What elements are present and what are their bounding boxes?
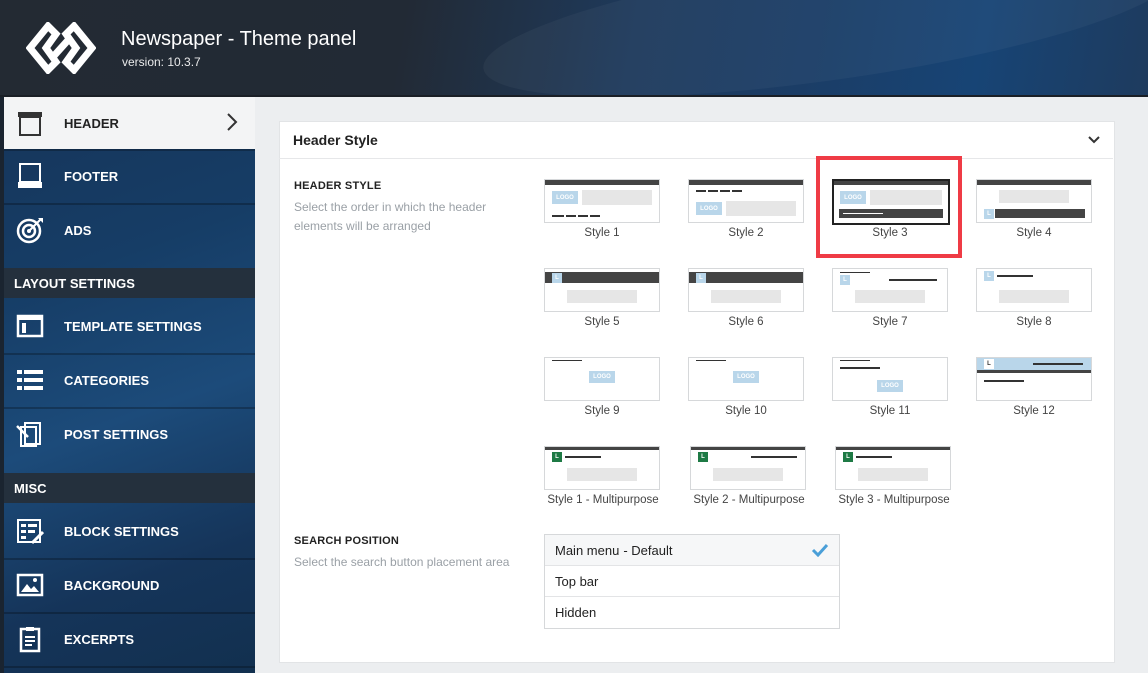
style-thumbnail: L [544, 446, 660, 490]
sidebar-item-label: POST SETTINGS [64, 426, 169, 442]
app-version: version: 10.3.7 [122, 55, 201, 69]
header-style-option-9[interactable]: LOGO Style 9 [544, 357, 662, 437]
style-thumbnail: L [976, 357, 1092, 401]
style-thumbnail: L [690, 446, 806, 490]
sidebar-section-misc: MISC [4, 473, 255, 503]
header-style-option-7[interactable]: L Style 7 [832, 268, 950, 348]
header-style-option-multipurpose-1[interactable]: L Style 1 - Multipurpose [544, 446, 662, 526]
style-thumbnail: L [835, 446, 951, 490]
post-settings-icon [16, 420, 44, 448]
style-caption: Style 6 [728, 316, 764, 328]
header-style-description: Select the order in which the header ele… [294, 200, 487, 233]
sidebar-item-label: EXCERPTS [64, 631, 135, 647]
search-position-options: Main menu - Default Top bar Hidden [544, 534, 840, 629]
style-caption: Style 4 [1016, 227, 1052, 239]
sidebar-item-label: HEADER [64, 115, 119, 131]
style-thumbnail: LOGO [544, 179, 660, 223]
header-icon [16, 109, 44, 137]
option-suffix: - Default [623, 542, 673, 558]
section-title: Header Style [293, 131, 378, 148]
sidebar-item-ads[interactable]: ADS [4, 204, 255, 256]
search-option-top-bar[interactable]: Top bar [545, 566, 839, 597]
header-style-option-multipurpose-2[interactable]: L Style 2 - Multipurpose [690, 446, 808, 526]
sidebar-item-label: TEMPLATE SETTINGS [64, 318, 202, 334]
search-position-description: Select the search button placement area [294, 555, 510, 569]
chevron-right-icon [225, 111, 239, 136]
sidebar-item-label: FOOTER [64, 168, 119, 184]
header-style-option-10[interactable]: LOGO Style 10 [688, 357, 806, 437]
style-thumbnail: L [688, 268, 804, 312]
clipboard-icon [16, 625, 44, 653]
style-thumbnail: LOGO [688, 179, 804, 223]
sidebar-item-excerpts[interactable]: EXCERPTS [4, 613, 255, 665]
sidebar-item-label: BACKGROUND [64, 577, 160, 593]
image-icon [16, 571, 44, 599]
style-caption: Style 2 [728, 227, 764, 239]
header-style-option-multipurpose-3[interactable]: L Style 3 - Multipurpose [835, 446, 953, 526]
style-caption: Style 1 [584, 227, 620, 239]
sidebar-item-label: CATEGORIES [64, 372, 149, 388]
sidebar-item-categories[interactable]: CATEGORIES [4, 354, 255, 406]
sidebar-item-label: ADS [64, 222, 92, 238]
selected-style-highlight [816, 156, 962, 258]
style-thumbnail: LOGO [544, 357, 660, 401]
header-style-option-2[interactable]: LOGO Style 2 [688, 179, 806, 259]
style-caption: Style 5 [584, 316, 620, 328]
app-title: Newspaper - Theme panel [121, 28, 357, 50]
header-style-option-5[interactable]: L Style 5 [544, 268, 662, 348]
style-thumbnail: L [976, 268, 1092, 312]
style-caption: Style 8 [1016, 316, 1052, 328]
sidebar-section-layout: LAYOUT SETTINGS [4, 268, 255, 298]
header-style-option-1[interactable]: LOGO Style 1 [544, 179, 662, 259]
sidebar-item-header[interactable]: HEADER [4, 97, 255, 149]
style-thumbnail: L [544, 268, 660, 312]
header-style-option-12[interactable]: L Style 12 [976, 357, 1094, 437]
sidebar-item-footer[interactable]: FOOTER [4, 150, 255, 202]
option-label: Hidden [555, 605, 597, 620]
chevron-down-icon[interactable] [1087, 133, 1101, 151]
option-label: Main menu [555, 542, 620, 558]
search-option-hidden[interactable]: Hidden [545, 597, 839, 628]
style-caption: Style 2 - Multipurpose [693, 494, 805, 506]
style-thumbnail: LOGO [688, 357, 804, 401]
style-caption: Style 11 [869, 405, 911, 417]
header-style-label: HEADER STYLE [294, 180, 382, 192]
style-caption: Style 10 [725, 405, 767, 417]
header-style-option-8[interactable]: L Style 8 [976, 268, 1094, 348]
style-caption: Style 12 [1013, 405, 1055, 417]
style-thumbnail: L [976, 179, 1092, 223]
newspaper-logo-icon [26, 22, 96, 74]
sidebar-divider [4, 666, 255, 668]
style-caption: Style 3 - Multipurpose [838, 494, 950, 506]
template-icon [16, 312, 44, 340]
style-thumbnail: LOGO [832, 357, 948, 401]
search-option-main-menu[interactable]: Main menu - Default [545, 535, 839, 566]
header-style-option-4[interactable]: L Style 4 [976, 179, 1094, 259]
app-header: Newspaper - Theme panel version: 10.3.7 [0, 0, 1148, 129]
style-caption: Style 1 - Multipurpose [547, 494, 659, 506]
sidebar-item-block-settings[interactable]: BLOCK SETTINGS [4, 505, 255, 557]
style-caption: Style 7 [872, 316, 908, 328]
block-settings-icon [16, 517, 44, 545]
sidebar-item-template-settings[interactable]: TEMPLATE SETTINGS [4, 300, 255, 352]
section-header[interactable]: Header Style [279, 121, 1113, 159]
option-label: Top bar [555, 573, 599, 589]
sidebar-item-background[interactable]: BACKGROUND [4, 559, 255, 611]
search-position-label: SEARCH POSITION [294, 535, 400, 547]
list-icon [16, 366, 44, 394]
checkmark-icon [811, 543, 829, 560]
sidebar-item-post-settings[interactable]: POST SETTINGS [4, 408, 255, 460]
sidebar-item-label: BLOCK SETTINGS [64, 523, 179, 539]
footer-icon [16, 162, 44, 190]
header-style-option-6[interactable]: L Style 6 [688, 268, 806, 348]
target-icon [16, 216, 44, 244]
style-caption: Style 9 [584, 405, 620, 417]
header-style-option-11[interactable]: LOGO Style 11 [832, 357, 950, 437]
style-thumbnail: L [832, 268, 948, 312]
